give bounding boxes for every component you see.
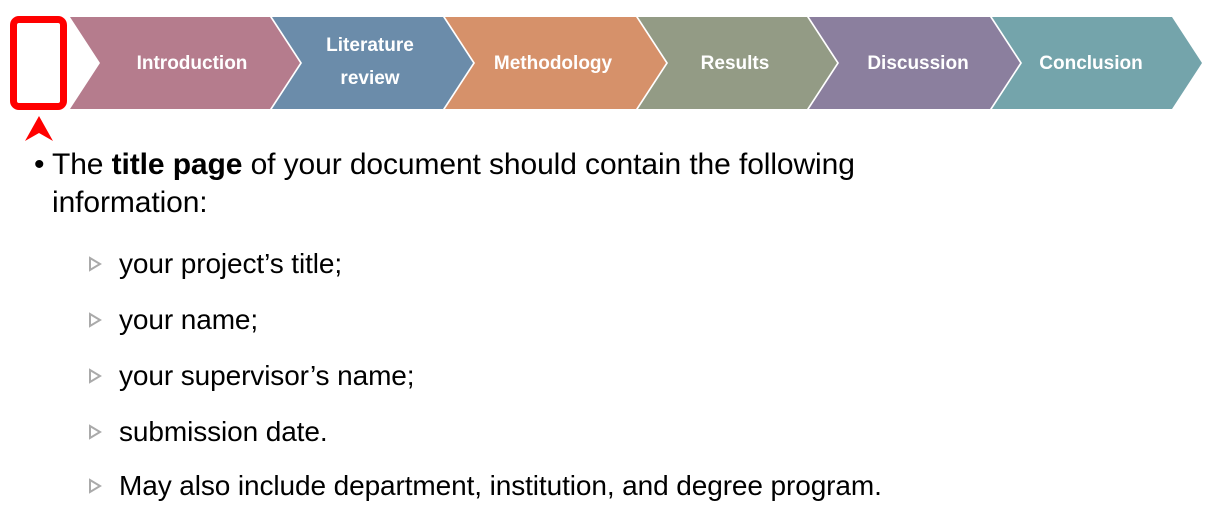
sub-bullet-triangle-icon	[89, 424, 102, 440]
chevron-step-literature-review[interactable]: Literature review	[272, 17, 473, 109]
chevron-step-conclusion[interactable]: Conclusion	[992, 17, 1202, 109]
sub-bullet-triangle-icon	[89, 312, 102, 328]
annotation-up-arrow-icon	[25, 116, 53, 141]
chevron-step-discussion[interactable]: Discussion	[809, 17, 1020, 109]
sub-bullet-text: your name;	[119, 304, 259, 335]
sub-bullet-text: submission date.	[119, 416, 328, 447]
slide-body: • The title page of your document should…	[0, 146, 1212, 504]
sub-bullet-submission-date: submission date.	[0, 414, 1212, 450]
main-bullet: • The title page of your document should…	[0, 146, 1212, 222]
chevron-label-line2: review	[340, 68, 399, 89]
sub-bullet-triangle-icon	[89, 256, 102, 272]
chevron-label: Discussion	[867, 53, 968, 74]
main-bullet-suffix: of your document should contain the foll…	[242, 148, 855, 181]
sub-bullet-your-name: your name;	[0, 302, 1212, 338]
sub-bullet-supervisor-name: your supervisor’s name;	[0, 358, 1212, 394]
chevron-shape	[272, 17, 473, 109]
main-bullet-text: The title page of your document should c…	[52, 148, 855, 181]
main-bullet-prefix: The	[52, 148, 112, 181]
chevron-step-results[interactable]: Results	[638, 17, 837, 109]
annotation-highlight-box	[10, 16, 67, 110]
chevron-label: Results	[701, 53, 770, 74]
sub-bullet-project-title: your project’s title;	[0, 246, 1212, 282]
bullet-marker-icon: •	[34, 148, 45, 181]
sub-bullet-optional-info: May also include department, institution…	[0, 468, 1212, 504]
chevron-label-line1: Literature	[326, 35, 414, 56]
chevron-label: Conclusion	[1039, 53, 1142, 74]
chevron-step-introduction[interactable]: Introduction	[70, 17, 300, 109]
sub-bullet-text: your supervisor’s name;	[119, 360, 415, 391]
sub-bullet-triangle-icon	[89, 368, 102, 384]
main-bullet-line2: information:	[52, 186, 208, 219]
main-bullet-bold: title page	[111, 148, 243, 181]
sub-bullet-triangle-icon	[89, 478, 102, 494]
chevron-step-methodology[interactable]: Methodology	[445, 17, 666, 109]
sub-bullet-text: your project’s title;	[119, 248, 343, 279]
process-banner: Introduction Literature review Methodolo…	[0, 17, 1212, 109]
chevron-label: Methodology	[494, 53, 613, 74]
chevron-label: Introduction	[137, 53, 248, 74]
sub-bullet-text: May also include department, institution…	[119, 470, 882, 501]
